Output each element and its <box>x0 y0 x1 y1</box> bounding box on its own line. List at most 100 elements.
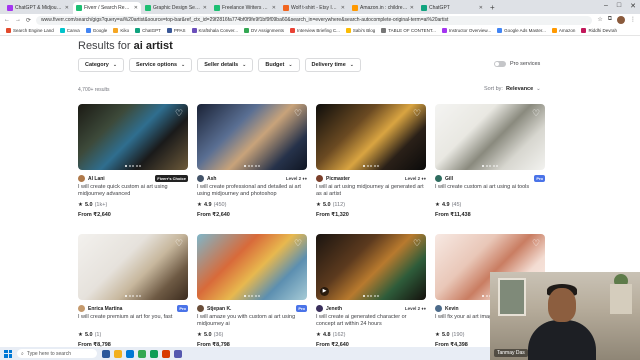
browser-tab[interactable]: Amazon.in : children books✕ <box>349 2 417 14</box>
gig-thumbnail[interactable]: ♡ <box>78 234 188 300</box>
gig-card[interactable]: ♡ ▶ Jeneth Level 2 ♦♦ I will create ai gener… <box>316 234 426 347</box>
browser-tab[interactable]: Graphic Design Services - Fiverr✕ <box>142 2 210 14</box>
bookmark-item[interactable]: Canva <box>59 28 80 33</box>
bookmark-item[interactable]: Google <box>85 28 107 33</box>
seller-avatar[interactable] <box>78 305 85 312</box>
close-tab-icon[interactable]: ✕ <box>410 5 414 11</box>
gig-title[interactable]: I will create premium ai art for you, fa… <box>78 314 188 328</box>
browser-tab[interactable]: Wolf t-shirt - Etsy India ✕ <box>280 2 348 14</box>
file-explorer-icon[interactable] <box>114 349 122 358</box>
seller-avatar[interactable] <box>197 305 204 312</box>
gig-thumbnail[interactable]: ♡ <box>197 104 307 170</box>
teams-icon[interactable] <box>174 349 182 358</box>
seller-name[interactable]: Gill <box>445 176 531 182</box>
bookmark-item[interactable]: Riddhi Devrah <box>581 28 617 33</box>
gig-card[interactable]: ♡ AI Lani Fiverr's Choice I will create qui… <box>78 104 188 224</box>
gig-card[interactable]: ♡ Picmaster Level 2 ♦♦ I will ai art using … <box>316 104 426 224</box>
edge-icon[interactable] <box>126 349 134 358</box>
bookmark-item[interactable]: Kraftshala Conver... <box>191 28 238 33</box>
gig-thumbnail[interactable]: ♡ <box>316 104 426 170</box>
extensions-icon[interactable]: ⧉ <box>608 16 612 24</box>
heart-icon[interactable]: ♡ <box>293 108 303 118</box>
heart-icon[interactable]: ♡ <box>293 238 303 248</box>
bookmark-item[interactable]: Search Engine Land <box>6 28 54 33</box>
filter-dropdown[interactable]: Seller details ⌄ <box>197 58 254 72</box>
bookmark-item[interactable]: PPAS <box>166 28 186 33</box>
gig-thumbnail[interactable]: ♡ <box>197 234 307 300</box>
gig-thumbnail[interactable]: ♡ ▶ <box>316 234 426 300</box>
browser-tab[interactable]: ChatGPT & Midjourney 22 Hr...✕ <box>4 2 72 14</box>
seller-name[interactable]: AI Lani <box>88 176 152 182</box>
heart-icon[interactable]: ♡ <box>174 238 184 248</box>
close-tab-icon[interactable]: ✕ <box>479 5 483 11</box>
minimize-icon[interactable]: – <box>604 2 608 10</box>
gig-card[interactable]: ♡ Enrica Martina Pro I will create premium … <box>78 234 188 347</box>
seller-avatar[interactable] <box>78 175 85 182</box>
bookmark-item[interactable]: Sabi's Blog <box>345 28 375 33</box>
gig-title[interactable]: I will ai art using midjourney ai genera… <box>316 184 426 198</box>
close-tab-icon[interactable]: ✕ <box>134 5 138 11</box>
menu-icon[interactable]: ⋮ <box>630 16 636 24</box>
filter-dropdown[interactable]: Category ⌄ <box>78 58 125 72</box>
forward-icon[interactable]: → <box>15 17 21 23</box>
seller-avatar[interactable] <box>197 175 204 182</box>
seller-name[interactable]: Enrica Martina <box>88 306 174 312</box>
gig-title[interactable]: I will create ai generated character or … <box>316 314 426 328</box>
heart-icon[interactable]: ♡ <box>412 238 422 248</box>
gig-card[interactable]: ♡ Stjepan K. Pro I will amaze you with cust… <box>197 234 307 347</box>
filter-dropdown[interactable]: Service options ⌄ <box>129 58 193 72</box>
play-video-icon[interactable]: ▶ <box>320 287 329 296</box>
seller-avatar[interactable] <box>316 175 323 182</box>
bookmark-item[interactable]: Kiko <box>113 28 129 33</box>
bookmark-item[interactable]: Amazon <box>551 28 575 33</box>
gig-title[interactable]: I will create professional and detailed … <box>197 184 307 198</box>
heart-icon[interactable]: ♡ <box>174 108 184 118</box>
gig-thumbnail[interactable]: ♡ <box>78 104 188 170</box>
seller-name[interactable]: Jeneth <box>326 306 402 312</box>
filter-dropdown[interactable]: Delivery time ⌄ <box>304 58 361 72</box>
bookmark-item[interactable]: DV Assignments <box>244 28 284 33</box>
browser-tab[interactable]: Fiverr / Search Results for 'ai a...✕ <box>73 2 141 14</box>
seller-name[interactable]: Picmaster <box>326 176 402 182</box>
toggle-switch[interactable] <box>494 61 506 67</box>
gig-thumbnail[interactable]: ♡ <box>435 104 545 170</box>
bookmark-item[interactable]: Interview Briefing C... <box>290 28 340 33</box>
back-icon[interactable]: ← <box>4 17 10 23</box>
bookmark-item[interactable]: Google Ads Master... <box>497 28 546 33</box>
bookmark-item[interactable]: Instructor Overview... <box>441 28 491 33</box>
seller-name[interactable]: Stjepan K. <box>207 306 293 312</box>
gig-title[interactable]: I will create custom ai art using ai too… <box>435 184 545 198</box>
close-tab-icon[interactable]: ✕ <box>272 5 276 11</box>
maximize-icon[interactable]: □ <box>617 2 621 10</box>
sort-dropdown[interactable]: Sort by: Relevance ⌄ <box>484 86 541 92</box>
profile-avatar[interactable] <box>617 16 625 24</box>
close-tab-icon[interactable]: ✕ <box>203 5 207 11</box>
close-tab-icon[interactable]: ✕ <box>341 5 345 11</box>
task-view-icon[interactable] <box>102 349 110 358</box>
close-window-icon[interactable]: ✕ <box>630 2 636 10</box>
browser-tab[interactable]: ChatGPT ✕ <box>418 2 486 14</box>
sheets-icon[interactable] <box>150 349 158 358</box>
url-input[interactable]: www.fiverr.com/search/gigs?query=ai%20ar… <box>36 15 593 25</box>
star-icon[interactable]: ☆ <box>597 16 602 24</box>
seller-name[interactable]: Ash <box>207 176 283 182</box>
heart-icon[interactable]: ♡ <box>531 238 541 248</box>
heart-icon[interactable]: ♡ <box>531 108 541 118</box>
chrome-icon[interactable] <box>138 349 146 358</box>
filter-dropdown[interactable]: Budget ⌄ <box>258 58 300 72</box>
seller-avatar[interactable] <box>435 305 442 312</box>
start-button[interactable] <box>4 349 12 358</box>
new-tab-button[interactable]: + <box>490 2 495 14</box>
heart-icon[interactable]: ♡ <box>412 108 422 118</box>
pro-services-toggle[interactable]: Pro services <box>494 61 540 67</box>
seller-avatar[interactable] <box>316 305 323 312</box>
reload-icon[interactable]: ⟳ <box>26 17 31 24</box>
seller-avatar[interactable] <box>435 175 442 182</box>
bookmark-item[interactable]: ChatGPT <box>135 28 161 33</box>
close-tab-icon[interactable]: ✕ <box>65 5 69 11</box>
browser-tab[interactable]: Freelance Writers and Expert T...✕ <box>211 2 279 14</box>
bookmark-item[interactable]: TABLE OF CONTENT... <box>381 28 436 33</box>
gig-card[interactable]: ♡ Gill Pro I will create custom ai art usin… <box>435 104 545 224</box>
gig-title[interactable]: I will create quick custom ai art using … <box>78 184 188 198</box>
gig-card[interactable]: ♡ Ash Level 2 ♦♦ I will create professional… <box>197 104 307 224</box>
